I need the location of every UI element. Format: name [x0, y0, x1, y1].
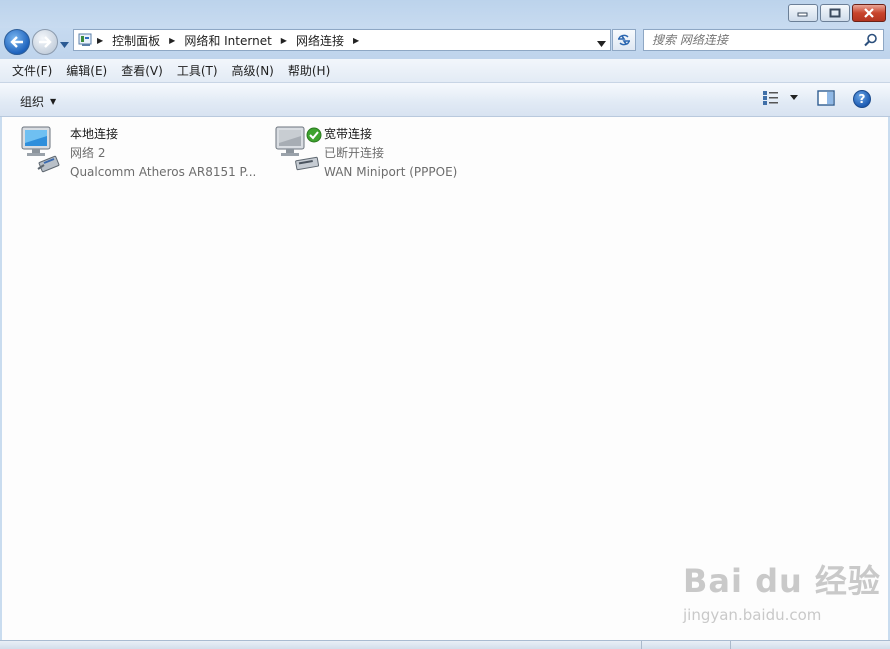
- view-details-icon: [763, 91, 778, 105]
- connection-name: 本地连接: [70, 127, 119, 141]
- baidu-watermark: Bai du 经验 jingyan.baidu.com: [683, 556, 881, 624]
- breadcrumb-separator[interactable]: ▶: [278, 36, 290, 45]
- control-panel-icon: [78, 33, 92, 46]
- search-icon[interactable]: [864, 33, 878, 47]
- breadcrumb-network-connections[interactable]: 网络连接: [290, 32, 350, 49]
- connection-device: Qualcomm Atheros AR8151 P...: [70, 165, 257, 179]
- chevron-down-icon: [597, 41, 606, 47]
- minimize-button[interactable]: [788, 4, 818, 22]
- menu-view[interactable]: 查看(V): [115, 60, 169, 81]
- title-bar: [0, 0, 890, 28]
- breadcrumb-separator[interactable]: ▶: [94, 36, 106, 45]
- menu-edit[interactable]: 编辑(E): [60, 60, 113, 81]
- breadcrumb-control-panel[interactable]: 控制面板: [106, 32, 166, 49]
- maximize-button[interactable]: [820, 4, 850, 22]
- search-box[interactable]: [643, 29, 884, 51]
- back-button[interactable]: [4, 29, 30, 55]
- arrow-left-icon: [10, 36, 23, 48]
- address-history-dropdown[interactable]: [597, 36, 606, 50]
- connection-item-broadband[interactable]: 宽带连接 已断开连接 WAN Miniport (PPPOE): [272, 123, 457, 181]
- chevron-down-icon: [790, 95, 798, 100]
- address-row: ▶ 控制面板 ▶ 网络和 Internet ▶ 网络连接 ▶: [0, 28, 890, 59]
- close-button[interactable]: [852, 4, 886, 22]
- menu-file[interactable]: 文件(F): [6, 60, 58, 81]
- menu-tools[interactable]: 工具(T): [171, 60, 224, 81]
- change-view-button[interactable]: [762, 90, 798, 106]
- connection-device: WAN Miniport (PPPOE): [324, 165, 458, 179]
- command-bar: 组织 ▼ ?: [0, 83, 890, 117]
- network-adapter-icon: [18, 123, 70, 175]
- search-input[interactable]: [644, 30, 862, 50]
- breadcrumb-separator[interactable]: ▶: [350, 36, 362, 45]
- broadband-adapter-icon: [272, 123, 324, 175]
- chevron-down-icon: ▼: [50, 97, 57, 106]
- menu-help[interactable]: 帮助(H): [282, 60, 336, 81]
- recent-pages-dropdown[interactable]: [60, 37, 69, 51]
- close-icon: [864, 8, 874, 18]
- connection-item-local[interactable]: 本地连接 网络 2 Qualcomm Atheros AR8151 P...: [18, 123, 256, 181]
- forward-button[interactable]: [32, 29, 58, 55]
- help-button[interactable]: ?: [853, 90, 871, 108]
- organize-button[interactable]: 组织 ▼: [14, 91, 62, 112]
- window-controls: [788, 4, 886, 22]
- chevron-down-icon: [60, 42, 69, 48]
- address-bar[interactable]: ▶ 控制面板 ▶ 网络和 Internet ▶ 网络连接 ▶: [73, 29, 611, 51]
- menu-advanced[interactable]: 高级(N): [226, 60, 280, 81]
- connection-status: 网络 2: [70, 146, 106, 160]
- menu-bar: 文件(F) 编辑(E) 查看(V) 工具(T) 高级(N) 帮助(H): [0, 59, 890, 83]
- preview-pane-button[interactable]: [817, 90, 835, 109]
- breadcrumb-network-internet[interactable]: 网络和 Internet: [178, 32, 277, 49]
- connection-status: 已断开连接: [324, 146, 385, 160]
- maximize-icon: [829, 8, 841, 18]
- arrow-right-icon: [39, 36, 52, 48]
- connections-list: 本地连接 网络 2 Qualcomm Atheros AR8151 P... 宽…: [2, 117, 888, 640]
- refresh-icon: [618, 34, 630, 46]
- check-icon: [306, 127, 322, 143]
- watermark-brand: Bai du 经验: [683, 562, 881, 600]
- watermark-url: jingyan.baidu.com: [683, 606, 822, 624]
- connection-name: 宽带连接: [324, 127, 373, 141]
- preview-pane-icon: [817, 90, 835, 106]
- refresh-button[interactable]: [612, 29, 636, 51]
- minimize-icon: [797, 12, 808, 17]
- breadcrumb-separator[interactable]: ▶: [166, 36, 178, 45]
- organize-label: 组织: [20, 95, 45, 109]
